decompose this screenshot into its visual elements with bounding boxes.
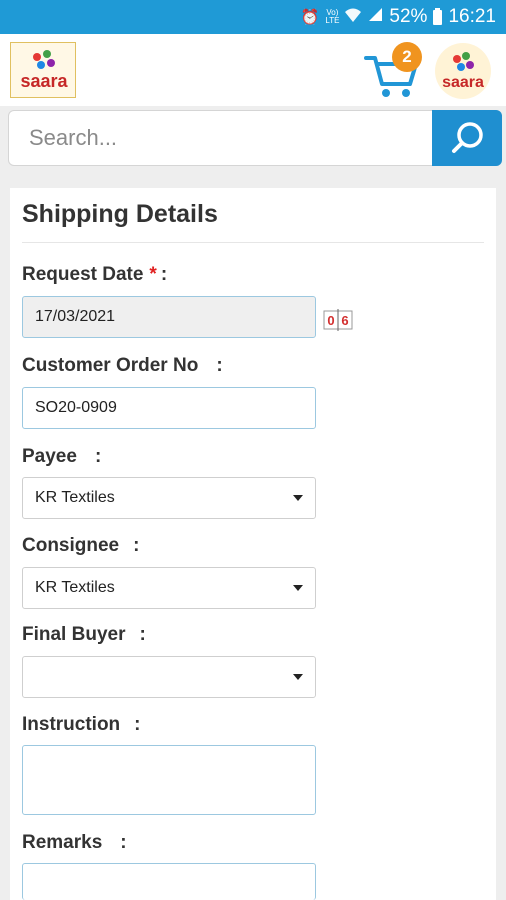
volte-icon: Vo) LTE	[325, 8, 340, 25]
cart-count-badge: 2	[392, 42, 422, 72]
payee-select[interactable]: KR Textiles	[22, 477, 316, 519]
svg-text:saara: saara	[20, 71, 68, 91]
remarks-label: Remarks:	[22, 832, 127, 854]
signal-icon	[367, 6, 383, 28]
clock: 16:21	[448, 6, 496, 27]
consignee-label-text: Consignee	[22, 535, 120, 556]
svg-text:0: 0	[327, 313, 334, 328]
instruction-label: Instruction:	[22, 714, 141, 736]
wifi-icon	[345, 8, 362, 27]
avatar-logo: saara	[442, 52, 484, 91]
final-buyer-label: Final Buyer:	[22, 624, 146, 646]
consignee-colon: :	[133, 535, 140, 556]
remarks-colon: :	[120, 832, 127, 853]
payee-label-text: Payee	[22, 446, 77, 467]
saara-logo-mark: saara	[20, 50, 69, 91]
payee-label: Payee:	[22, 446, 101, 468]
consignee-label: Consignee:	[22, 535, 139, 557]
request-date-value: 17/03/2021	[35, 308, 116, 325]
search-icon	[452, 122, 483, 153]
shipping-details-card: Shipping Details Request Date *: 17/03/20…	[10, 188, 496, 900]
customer-order-label: Customer Order No:	[22, 355, 223, 377]
customer-order-label-text: Customer Order No	[22, 355, 199, 376]
request-date-label-text: Request Date	[22, 264, 144, 285]
customer-order-value: SO20-0909	[35, 399, 117, 416]
page-title: Shipping Details	[22, 200, 218, 228]
calendar-icon[interactable]: 0 6	[322, 307, 354, 333]
remarks-textarea[interactable]	[22, 863, 316, 900]
request-date-colon: :	[160, 264, 168, 285]
required-star: *	[149, 264, 157, 285]
alarm-icon: ⏰	[300, 9, 320, 26]
instruction-colon: :	[134, 714, 141, 735]
title-divider	[22, 242, 484, 243]
final-buyer-select[interactable]	[22, 656, 316, 698]
search-input[interactable]	[9, 111, 433, 165]
dropdown-caret-icon	[293, 495, 303, 501]
consignee-value: KR Textiles	[35, 579, 115, 596]
battery-icon	[433, 7, 443, 25]
consignee-select[interactable]: KR Textiles	[22, 567, 316, 609]
final-buyer-colon: :	[139, 624, 146, 645]
status-icons: ⏰ Vo) LTE 52% 16:21	[301, 0, 496, 34]
instruction-label-text: Instruction	[22, 714, 121, 735]
request-date-field[interactable]: 17/03/2021	[22, 296, 316, 338]
status-bar: ⏰ Vo) LTE 52% 16:21	[0, 0, 506, 34]
app-header: saara 2 saara	[0, 34, 506, 106]
final-buyer-label-text: Final Buyer	[22, 624, 126, 645]
avatar[interactable]: saara	[435, 43, 491, 99]
dropdown-caret-icon	[293, 674, 303, 680]
instruction-textarea[interactable]	[22, 745, 316, 815]
search-button[interactable]	[432, 110, 502, 166]
customer-order-colon: :	[216, 355, 223, 376]
dropdown-caret-icon	[293, 585, 303, 591]
request-date-label: Request Date *:	[22, 264, 167, 286]
saara-logo[interactable]: saara	[10, 42, 76, 98]
customer-order-field[interactable]: SO20-0909	[22, 387, 316, 429]
payee-value: KR Textiles	[35, 489, 115, 506]
remarks-label-text: Remarks	[22, 832, 103, 853]
payee-colon: :	[94, 446, 102, 467]
svg-text:saara: saara	[442, 74, 484, 91]
search-bar	[8, 110, 502, 166]
battery-percent: 52%	[389, 6, 428, 27]
svg-text:6: 6	[341, 313, 348, 328]
